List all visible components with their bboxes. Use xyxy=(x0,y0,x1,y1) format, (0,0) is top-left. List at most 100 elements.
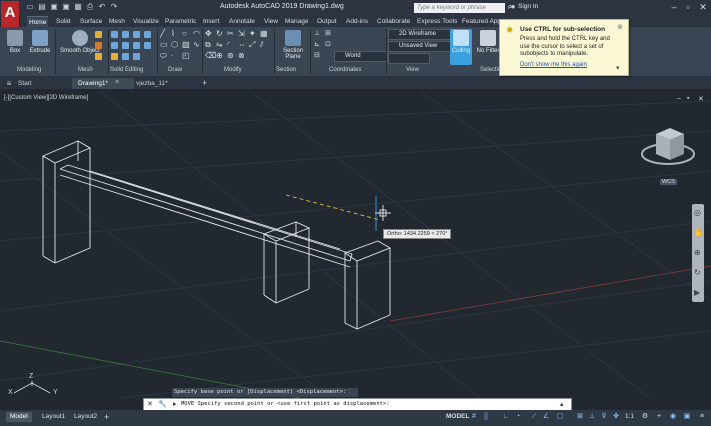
circle-icon[interactable]: ○ xyxy=(182,29,187,38)
minimize-button[interactable]: – xyxy=(668,1,680,13)
rectangle-icon[interactable]: ▭ xyxy=(160,40,168,49)
polygon-icon[interactable]: ⬡ xyxy=(171,40,178,49)
undo-icon[interactable]: ↶ xyxy=(97,2,107,12)
polyline-icon[interactable]: ⌇ xyxy=(171,29,175,38)
layout2-tab[interactable]: Layout2 xyxy=(70,412,101,422)
save-as-icon[interactable]: ▣ xyxy=(61,2,71,12)
command-close-icon[interactable]: ✕ xyxy=(147,400,153,408)
panel-title-mesh[interactable]: Mesh xyxy=(78,66,93,75)
move-icon[interactable]: ✥ xyxy=(205,29,212,38)
ucs-icon[interactable]: ⊥ xyxy=(314,29,320,37)
extract-edges-icon[interactable] xyxy=(122,42,129,49)
new-tab-icon[interactable]: + xyxy=(202,78,207,88)
separate-icon[interactable] xyxy=(144,42,151,49)
fillet-edge-icon[interactable] xyxy=(111,53,118,60)
panel-title-modify[interactable]: Modify xyxy=(224,66,242,75)
stretch-icon[interactable]: ⇔ xyxy=(238,40,246,49)
erase-icon[interactable]: ⌫ xyxy=(205,51,216,60)
panel-title-modeling[interactable]: Modeling xyxy=(17,66,41,75)
tab-surface[interactable]: Surface xyxy=(78,16,104,27)
panel-title-view[interactable]: View xyxy=(406,66,419,75)
slice-icon[interactable] xyxy=(144,31,151,38)
explode-icon[interactable]: ✦ xyxy=(249,29,256,38)
command-history-toggle[interactable]: ▴ xyxy=(560,400,564,408)
3d-object-snap-icon[interactable]: ⊠ xyxy=(576,413,584,421)
balloon-close-icon[interactable]: ⊗ xyxy=(617,23,623,31)
ucs-world-icon[interactable]: ⊞ xyxy=(325,29,331,37)
polar-icon[interactable]: ◔ xyxy=(514,413,522,421)
open-file-icon[interactable]: ▤ xyxy=(37,2,47,12)
customization-icon[interactable]: ≡ xyxy=(698,413,706,421)
recent-commands-icon[interactable]: ▸ xyxy=(173,400,177,408)
annotation-monitor-icon[interactable]: + xyxy=(655,413,663,421)
tab-mesh[interactable]: Mesh xyxy=(107,16,127,27)
panel-title-solid-editing[interactable]: Solid Editing xyxy=(110,66,143,75)
shell-icon[interactable] xyxy=(133,53,140,60)
hatch-icon[interactable]: ▨ xyxy=(182,40,190,49)
plot-icon[interactable]: ⎙ xyxy=(85,2,95,12)
3d-mirror-icon[interactable]: ⊗ xyxy=(238,51,245,60)
section-plane-button[interactable]: Section Plane xyxy=(279,29,307,65)
tab-visualize[interactable]: Visualize xyxy=(131,16,161,27)
intersect-icon[interactable] xyxy=(133,31,140,38)
region-icon[interactable]: ◰ xyxy=(182,51,190,60)
ucs-dropdown[interactable]: World xyxy=(334,51,388,62)
grid-icon[interactable]: # xyxy=(470,413,478,421)
offset-icon[interactable]: ⫽ xyxy=(260,40,264,50)
rotate-icon[interactable]: ↻ xyxy=(216,29,223,38)
tab-parametric[interactable]: Parametric xyxy=(163,16,198,27)
union-icon[interactable] xyxy=(111,31,118,38)
ellipse-icon[interactable]: ⬭ xyxy=(160,51,167,61)
tab-manage[interactable]: Manage xyxy=(283,16,311,27)
tab-add-ins[interactable]: Add-ins xyxy=(344,16,370,27)
steering-wheel-icon[interactable]: ◎ xyxy=(694,208,701,217)
layout1-tab[interactable]: Layout1 xyxy=(38,412,69,422)
ucs-3point-icon[interactable]: ⊾ xyxy=(314,40,320,48)
box-button[interactable]: Box xyxy=(1,29,29,65)
ortho-icon[interactable]: ∟ xyxy=(502,413,510,421)
array-icon[interactable]: ▦ xyxy=(260,29,268,38)
tab-insert[interactable]: Insert xyxy=(201,16,221,27)
close-tab-icon[interactable]: × xyxy=(115,79,119,86)
culling-button[interactable]: Culling xyxy=(450,29,472,65)
mesh-box-icon[interactable] xyxy=(95,31,102,38)
ucs-origin-icon[interactable]: ⊡ xyxy=(325,40,331,48)
redo-icon[interactable]: ↷ xyxy=(109,2,119,12)
search-input[interactable]: Type a keyword or phrase xyxy=(414,3,505,13)
tab-solid[interactable]: Solid xyxy=(54,16,72,27)
tab-output[interactable]: Output xyxy=(315,16,339,27)
model-space-button[interactable]: MODEL xyxy=(442,412,473,422)
command-customize-icon[interactable]: 🔧 xyxy=(158,400,167,408)
tab-annotate[interactable]: Annotate xyxy=(227,16,257,27)
fillet-icon[interactable]: ◜ xyxy=(227,40,230,49)
trim-icon[interactable]: ✂ xyxy=(227,29,234,38)
point-icon[interactable]: · xyxy=(171,51,174,60)
panel-title-draw[interactable]: Draw xyxy=(168,66,182,75)
no-filter-button[interactable]: No Filter xyxy=(475,29,501,65)
arc-icon[interactable]: ◠ xyxy=(193,29,200,38)
panel-title-section[interactable]: Section xyxy=(276,66,296,75)
mesh-smooth-icon[interactable] xyxy=(95,42,102,49)
align-icon[interactable]: ⇲ xyxy=(238,29,245,38)
subtract-icon[interactable] xyxy=(122,31,129,38)
file-tab-start[interactable]: Start xyxy=(12,78,38,89)
isodraft-icon[interactable]: ⟋ xyxy=(530,413,538,421)
ucs-named-icon[interactable]: ⊟ xyxy=(314,51,320,59)
publish-icon[interactable]: ▦ xyxy=(73,2,83,12)
viewport-config-dropdown[interactable] xyxy=(388,53,430,64)
showmotion-icon[interactable]: ▶ xyxy=(694,288,700,297)
annotation-scale[interactable]: 1:1 xyxy=(621,412,638,422)
file-tab-drawing1[interactable]: Drawing1* xyxy=(72,78,134,89)
file-tab-vjezba[interactable]: vjezba_11* xyxy=(130,78,198,89)
gizmo-icon[interactable]: ✥ xyxy=(612,413,620,421)
mesh-refine-icon[interactable] xyxy=(95,53,102,60)
tab-collaborate[interactable]: Collaborate xyxy=(375,16,412,27)
viewcube[interactable] xyxy=(640,122,696,174)
snap-icon[interactable]: ⣿ xyxy=(482,413,490,421)
offset-edge-icon[interactable] xyxy=(122,53,129,60)
isolate-objects-icon[interactable]: ◉ xyxy=(669,413,677,421)
3d-move-icon[interactable]: ⊕ xyxy=(216,51,223,60)
new-layout-icon[interactable]: + xyxy=(104,412,109,422)
wcs-label[interactable]: WCS xyxy=(660,179,677,185)
new-file-icon[interactable]: ▭ xyxy=(25,2,35,12)
